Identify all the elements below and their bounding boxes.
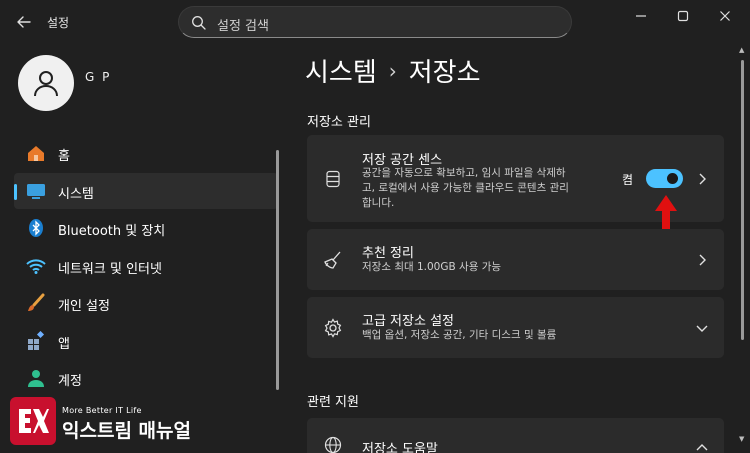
search-icon: [191, 15, 207, 31]
breadcrumb: 시스템 › 저장소: [305, 52, 481, 89]
profile-name: G P: [85, 70, 112, 84]
section-title-related-support: 관련 지원: [307, 395, 359, 410]
sidebar-item-network[interactable]: 네트워크 및 인터넷: [14, 248, 278, 284]
back-arrow-icon: [17, 16, 31, 28]
close-button[interactable]: [712, 4, 738, 28]
sidebar-scrollbar[interactable]: [276, 150, 279, 390]
title-bar: 설정 설정 검색: [0, 0, 750, 46]
sidebar-item-apps[interactable]: 앱: [14, 323, 278, 359]
apps-icon: [26, 330, 46, 351]
sidebar-item-home[interactable]: 홈: [14, 135, 278, 171]
breadcrumb-separator: ›: [388, 58, 397, 83]
main-scrollbar[interactable]: ▲ ▼: [739, 40, 744, 452]
scrollbar-thumb[interactable]: [741, 60, 744, 340]
active-indicator: [14, 183, 17, 200]
person-icon: [34, 71, 58, 97]
card-description-line-1: 백업 옵션, 저장소 공간, 기타 디스크 및 볼륨: [362, 329, 557, 341]
card-description-line-1: 저장소 최대 1.00GB 사용 가능: [362, 261, 502, 273]
scroll-down-icon[interactable]: ▼: [739, 435, 744, 443]
home-icon: [26, 143, 46, 163]
avatar: [18, 55, 74, 111]
storage-help-card[interactable]: 저장소 도움말: [307, 418, 724, 453]
watermark: More Better IT Life 익스트림 매뉴얼: [10, 397, 202, 447]
card-description-line-1: 공간을 자동으로 확보하고, 임시 파일을 삭제하: [362, 167, 566, 179]
scroll-up-icon[interactable]: ▲: [739, 46, 744, 54]
search-input[interactable]: 설정 검색: [178, 6, 572, 38]
section-title-storage-management: 저장소 관리: [307, 115, 371, 130]
sidebar-item-label: 앱: [58, 336, 70, 352]
card-title: 저장소 도움말: [362, 442, 438, 453]
sidebar-item-system[interactable]: 시스템: [14, 172, 278, 209]
gear-icon: [323, 318, 343, 338]
broom-icon: [323, 250, 343, 270]
watermark-subtitle: More Better IT Life: [62, 406, 142, 415]
back-button[interactable]: [12, 10, 36, 34]
brush-icon: [26, 293, 46, 313]
card-description-line-2: 고, 로컬에서 사용 가능한 클라우드 콘텐츠 관리: [362, 182, 569, 194]
advanced-storage-settings-card[interactable]: 고급 저장소 설정 백업 옵션, 저장소 공간, 기타 디스크 및 볼륨: [307, 297, 724, 358]
app-title: 설정: [47, 16, 70, 30]
sidebar-item-personalization[interactable]: 개인 설정: [14, 285, 278, 321]
sidebar-item-label: 홈: [58, 149, 70, 164]
minimize-icon: [636, 15, 646, 17]
globe-icon: [323, 435, 343, 453]
chevron-right-icon[interactable]: [696, 254, 708, 266]
sidebar-item-label: 시스템: [58, 186, 94, 202]
chevron-down-icon[interactable]: [696, 322, 708, 334]
toggle-knob: [667, 173, 678, 184]
chevron-up-icon[interactable]: [696, 441, 708, 453]
search-placeholder: 설정 검색: [217, 19, 269, 34]
card-description-line-3: 합니다.: [362, 197, 395, 209]
page-title: 저장소: [408, 58, 481, 88]
bluetooth-icon: [26, 218, 46, 238]
system-icon: [26, 181, 46, 201]
maximize-icon: [677, 10, 689, 22]
account-icon: [26, 368, 46, 388]
maximize-button[interactable]: [670, 4, 696, 28]
minimize-button[interactable]: [628, 4, 654, 28]
sidebar-item-label: 네트워크 및 인터넷: [58, 261, 162, 277]
cleanup-recommendations-card[interactable]: 추천 정리 저장소 최대 1.00GB 사용 가능: [307, 229, 724, 290]
chevron-right-icon[interactable]: [696, 173, 708, 185]
watermark-title: 익스트림 매뉴얼: [62, 420, 191, 442]
card-title: 고급 저장소 설정: [362, 314, 454, 329]
sidebar-nav: 홈 시스템 Bluetooth 및 장치 네트워크 및 인터넷 개인 설정 앱: [14, 135, 278, 398]
sidebar-item-label: Bluetooth 및 장치: [58, 224, 166, 239]
sidebar-item-bluetooth[interactable]: Bluetooth 및 장치: [14, 210, 278, 246]
card-title: 추천 정리: [362, 246, 414, 261]
toggle-state-label: 켬: [622, 173, 634, 187]
sidebar-item-accounts[interactable]: 계정: [14, 360, 278, 396]
sidebar-item-label: 계정: [58, 374, 82, 389]
watermark-logo-icon: [10, 397, 56, 445]
close-icon: [720, 11, 730, 21]
wifi-icon: [26, 256, 46, 276]
storage-icon: [323, 169, 343, 189]
storage-sense-toggle[interactable]: [646, 169, 683, 188]
breadcrumb-parent[interactable]: 시스템: [305, 52, 377, 89]
sidebar-item-label: 개인 설정: [58, 299, 110, 314]
